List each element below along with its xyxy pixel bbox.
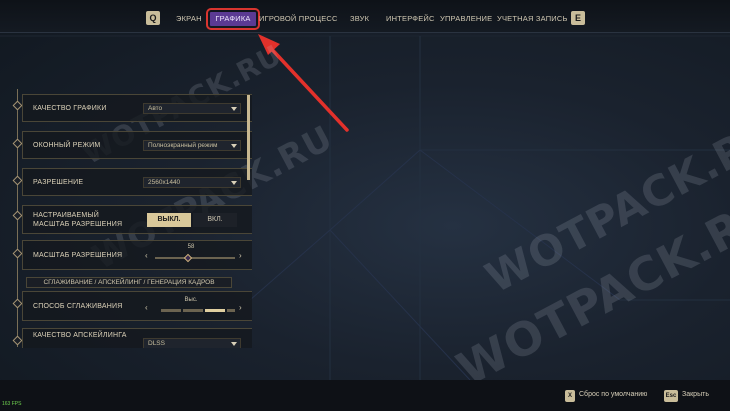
setting-window-mode: ОКОННЫЙ РЕЖИМ Полноэкранный режим	[22, 131, 252, 159]
reset-key-icon[interactable]: X	[565, 390, 575, 402]
antialiasing-label: СПОСОБ СГЛАЖИВАНИЯ	[33, 303, 123, 310]
chevron-down-icon	[231, 144, 237, 148]
tab-gameplay[interactable]: ИГРОВОЙ ПРОЦЕСС	[259, 12, 338, 26]
custom-scale-on-button[interactable]: ВКЛ.	[193, 213, 237, 227]
antialiasing-level-segment	[161, 309, 181, 312]
tab-graphics[interactable]: ГРАФИКА	[206, 8, 260, 30]
bottom-bar: X Сброс по умолчанию Esc Закрыть	[0, 380, 730, 411]
window-mode-label: ОКОННЫЙ РЕЖИМ	[33, 142, 101, 149]
graphics-quality-dropdown[interactable]: Авто	[143, 103, 241, 114]
chevron-right-icon[interactable]: ›	[239, 303, 242, 312]
setting-upscaling-quality: КАЧЕСТВО АПСКЕЙЛИНГА DLSS	[22, 328, 252, 348]
top-navigation: Q ЭКРАН ГРАФИКА ИГРОВОЙ ПРОЦЕСС ЗВУК ИНТ…	[0, 0, 730, 33]
antialiasing-value: Выс.	[184, 297, 198, 303]
section-header-antialiasing: СГЛАЖИВАНИЕ / АПСКЕЙЛИНГ / ГЕНЕРАЦИЯ КАД…	[26, 277, 232, 288]
resolution-scale-label: МАСШТАБ РАЗРЕШЕНИЯ	[33, 252, 123, 259]
chevron-down-icon	[231, 342, 237, 346]
chevron-down-icon	[231, 181, 237, 185]
resolution-scale-value: 58	[187, 244, 195, 250]
resolution-scale-slider[interactable]	[155, 257, 235, 259]
setting-resolution: РАЗРЕШЕНИЕ 2560x1440	[22, 168, 252, 196]
tab-screen[interactable]: ЭКРАН	[176, 12, 202, 26]
resolution-value: 2560x1440	[148, 179, 181, 186]
graphics-quality-label: КАЧЕСТВО ГРАФИКИ	[33, 105, 107, 112]
settings-panel: КАЧЕСТВО ГРАФИКИ Авто ОКОННЫЙ РЕЖИМ Полн…	[12, 88, 252, 348]
resolution-label: РАЗРЕШЕНИЕ	[33, 179, 84, 186]
graphics-quality-value: Авто	[148, 105, 163, 112]
upscaling-quality-value: DLSS	[148, 340, 165, 347]
resolution-dropdown[interactable]: 2560x1440	[143, 177, 241, 188]
chevron-left-icon[interactable]: ‹	[145, 251, 148, 260]
settings-scrollbar[interactable]	[247, 95, 250, 180]
tab-account[interactable]: УЧЕТНАЯ ЗАПИСЬ	[497, 12, 568, 26]
chevron-right-icon[interactable]: ›	[239, 251, 242, 260]
chevron-down-icon	[231, 107, 237, 111]
window-mode-value: Полноэкранный режим	[148, 142, 218, 149]
custom-scale-off-button[interactable]: ВЫКЛ.	[147, 213, 191, 227]
fps-counter: 163 FPS	[2, 401, 22, 407]
setting-custom-scale: НАСТРАИВАЕМЫЙ МАСШТАБ РАЗРЕШЕНИЯ ВЫКЛ. В…	[22, 205, 252, 234]
setting-antialiasing: СПОСОБ СГЛАЖИВАНИЯ Выс. ‹ ›	[22, 291, 252, 321]
tab-interface[interactable]: ИНТЕРФЕЙС	[386, 12, 435, 26]
slider-handle[interactable]	[183, 253, 193, 263]
next-tab-key[interactable]: E	[571, 11, 585, 25]
upscaling-quality-label: КАЧЕСТВО АПСКЕЙЛИНГА	[33, 332, 127, 339]
window-mode-dropdown[interactable]: Полноэкранный режим	[143, 140, 241, 151]
chevron-left-icon[interactable]: ‹	[145, 303, 148, 312]
antialiasing-level-segment	[183, 309, 203, 312]
prev-tab-key[interactable]: Q	[146, 11, 160, 25]
settings-screen: WOTPACK.RU WOTPACK.RU WOTPACK.RU WOTPACK…	[0, 0, 730, 411]
antialiasing-level-segment-active	[205, 309, 225, 312]
setting-resolution-scale: МАСШТАБ РАЗРЕШЕНИЯ 58 ‹ ›	[22, 240, 252, 270]
close-button[interactable]: Закрыть	[682, 391, 709, 398]
antialiasing-level-segment	[227, 309, 235, 312]
tab-controls[interactable]: УПРАВЛЕНИЕ	[440, 12, 492, 26]
esc-key-icon[interactable]: Esc	[664, 390, 678, 402]
upscaling-quality-dropdown[interactable]: DLSS	[143, 338, 241, 348]
setting-graphics-quality: КАЧЕСТВО ГРАФИКИ Авто	[22, 94, 252, 122]
tab-sound[interactable]: ЗВУК	[350, 12, 369, 26]
custom-scale-label-line2: МАСШТАБ РАЗРЕШЕНИЯ	[33, 221, 123, 228]
custom-scale-label-line1: НАСТРАИВАЕМЫЙ	[33, 212, 100, 219]
reset-defaults-button[interactable]: Сброс по умолчанию	[579, 391, 647, 398]
